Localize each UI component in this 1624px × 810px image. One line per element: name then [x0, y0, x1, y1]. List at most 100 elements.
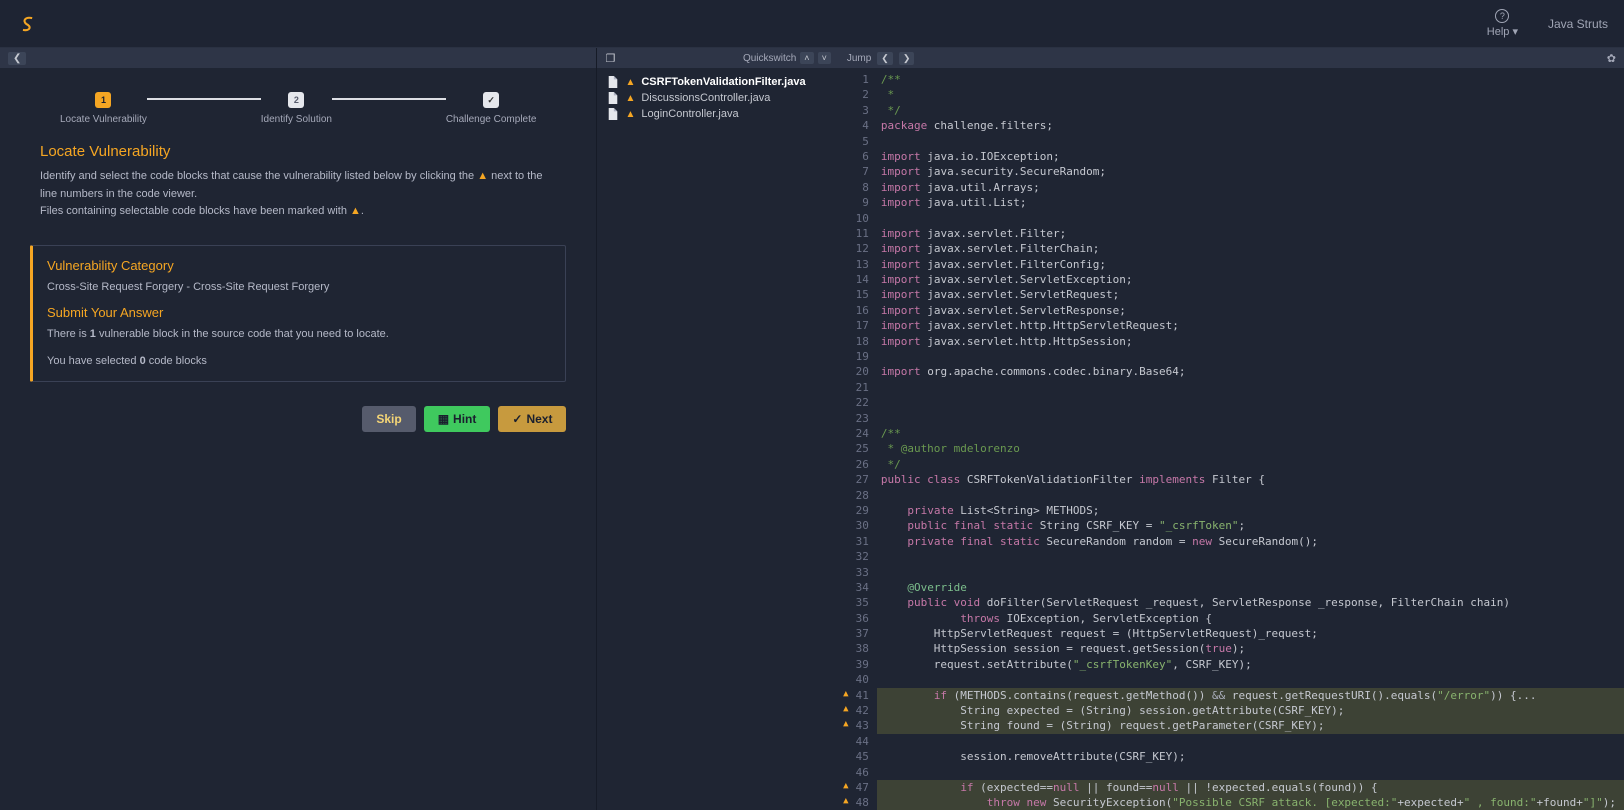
step-identify[interactable]: 2 Identify Solution: [261, 92, 332, 125]
action-buttons: Skip ▦Hint ✓Next: [0, 396, 596, 442]
code-line: 35 public void doFilter(ServletRequest _…: [839, 595, 1624, 610]
hint-button[interactable]: ▦Hint: [424, 406, 491, 432]
quickswitch-up[interactable]: ˄: [800, 52, 813, 64]
gutter-marker[interactable]: ▲: [839, 718, 853, 733]
gutter-marker: [839, 272, 853, 287]
code-line[interactable]: ▲47 if (expected==null || found==null ||…: [839, 780, 1624, 795]
line-number: 10: [853, 211, 877, 226]
gutter-marker: [839, 103, 853, 118]
gutter-marker[interactable]: ▲: [839, 795, 853, 810]
file-panel-header: ❐ Quickswitch ˄ ˅: [597, 48, 838, 68]
line-content: *: [877, 87, 1624, 102]
jump-prev[interactable]: ❮: [877, 52, 893, 65]
skip-button[interactable]: Skip: [362, 406, 415, 432]
step-locate[interactable]: 1 Locate Vulnerability: [60, 92, 147, 125]
code-line: 39 request.setAttribute("_csrfTokenKey",…: [839, 657, 1624, 672]
gutter-marker[interactable]: ▲: [839, 688, 853, 703]
file-item[interactable]: ▲CSRFTokenValidationFilter.java: [601, 74, 834, 90]
window-icon[interactable]: ❐: [605, 52, 615, 65]
line-number: 7: [853, 164, 877, 179]
line-content: [877, 211, 1624, 226]
line-number: 1: [853, 72, 877, 87]
gutter-marker: [839, 180, 853, 195]
line-content: public void doFilter(ServletRequest _req…: [877, 595, 1624, 610]
code-line: 10: [839, 211, 1624, 226]
gutter-marker: [839, 349, 853, 364]
gutter-marker: [839, 241, 853, 256]
gutter-marker: [839, 318, 853, 333]
code-line: 32: [839, 549, 1624, 564]
line-content: private final static SecureRandom random…: [877, 534, 1624, 549]
code-line[interactable]: ▲48 throw new SecurityException("Possibl…: [839, 795, 1624, 810]
line-number: 13: [853, 257, 877, 272]
help-icon: ?: [1495, 9, 1509, 23]
line-content: import javax.servlet.Filter;: [877, 226, 1624, 241]
gutter-marker: [839, 534, 853, 549]
tech-label: Java Struts: [1548, 17, 1608, 31]
file-icon: [607, 76, 619, 88]
code-body[interactable]: 1/**2 *3 */4package challenge.filters;5 …: [839, 68, 1624, 810]
gutter-marker: [839, 395, 853, 410]
gutter-marker: [839, 472, 853, 487]
step-label: Challenge Complete: [446, 114, 537, 125]
line-number: 15: [853, 287, 877, 302]
line-number: 34: [853, 580, 877, 595]
line-number: 27: [853, 472, 877, 487]
code-line: 6import java.io.IOException;: [839, 149, 1624, 164]
locate-instruction-2: Files containing selectable code blocks …: [40, 203, 556, 221]
gutter-marker: [839, 611, 853, 626]
gutter-marker: [839, 626, 853, 641]
code-line: 3 */: [839, 103, 1624, 118]
file-item[interactable]: ▲LoginController.java: [601, 106, 834, 122]
code-line: 16import javax.servlet.ServletResponse;: [839, 303, 1624, 318]
code-line[interactable]: ▲43 String found = (String) request.getP…: [839, 718, 1624, 733]
line-number: 23: [853, 411, 877, 426]
gutter-marker: [839, 287, 853, 302]
progress-line: [332, 98, 446, 100]
gutter-marker: [839, 426, 853, 441]
gutter-marker: [839, 765, 853, 780]
line-number: 24: [853, 426, 877, 441]
line-number: 37: [853, 626, 877, 641]
gutter-marker: [839, 672, 853, 687]
file-item[interactable]: ▲DiscussionsController.java: [601, 90, 834, 106]
submit-text-2: You have selected 0 code blocks: [47, 353, 551, 370]
code-line: 23: [839, 411, 1624, 426]
gutter-marker: [839, 164, 853, 179]
line-content: public final static String CSRF_KEY = "_…: [877, 518, 1624, 533]
quickswitch-down[interactable]: ˅: [818, 52, 831, 64]
line-number: 5: [853, 134, 877, 149]
back-button[interactable]: ❮: [8, 52, 26, 65]
help-menu[interactable]: ? Help ▾: [1487, 9, 1518, 38]
gutter-marker: [839, 364, 853, 379]
line-content: import javax.servlet.FilterConfig;: [877, 257, 1624, 272]
jump-next[interactable]: ❯: [899, 52, 915, 65]
line-content: [877, 349, 1624, 364]
line-number: 4: [853, 118, 877, 133]
step-complete[interactable]: ✓ Challenge Complete: [446, 92, 537, 125]
next-button[interactable]: ✓Next: [498, 406, 566, 432]
line-content: import javax.servlet.ServletRequest;: [877, 287, 1624, 302]
line-content: import java.util.Arrays;: [877, 180, 1624, 195]
code-line: 2 *: [839, 87, 1624, 102]
gear-icon[interactable]: ✿: [1607, 52, 1616, 65]
code-line[interactable]: ▲41 if (METHODS.contains(request.getMeth…: [839, 688, 1624, 703]
code-line: 26 */: [839, 457, 1624, 472]
code-line: 24/**: [839, 426, 1624, 441]
vuln-category-text: Cross-Site Request Forgery - Cross-Site …: [47, 279, 551, 296]
gutter-marker: [839, 749, 853, 764]
logo-icon[interactable]: [16, 12, 40, 36]
gutter-marker: [839, 134, 853, 149]
line-content: [877, 380, 1624, 395]
line-number: 30: [853, 518, 877, 533]
line-content: String expected = (String) session.getAt…: [877, 703, 1624, 718]
code-viewer-panel: Jump ❮ ❯ ✿ 1/**2 *3 */4package challenge…: [839, 48, 1624, 810]
line-content: private List<String> METHODS;: [877, 503, 1624, 518]
progress-line: [147, 98, 261, 100]
gutter-marker[interactable]: ▲: [839, 703, 853, 718]
code-line: 7import java.security.SecureRandom;: [839, 164, 1624, 179]
code-line[interactable]: ▲42 String expected = (String) session.g…: [839, 703, 1624, 718]
gutter-marker[interactable]: ▲: [839, 780, 853, 795]
code-line: 33: [839, 565, 1624, 580]
line-content: if (METHODS.contains(request.getMethod()…: [877, 688, 1624, 703]
